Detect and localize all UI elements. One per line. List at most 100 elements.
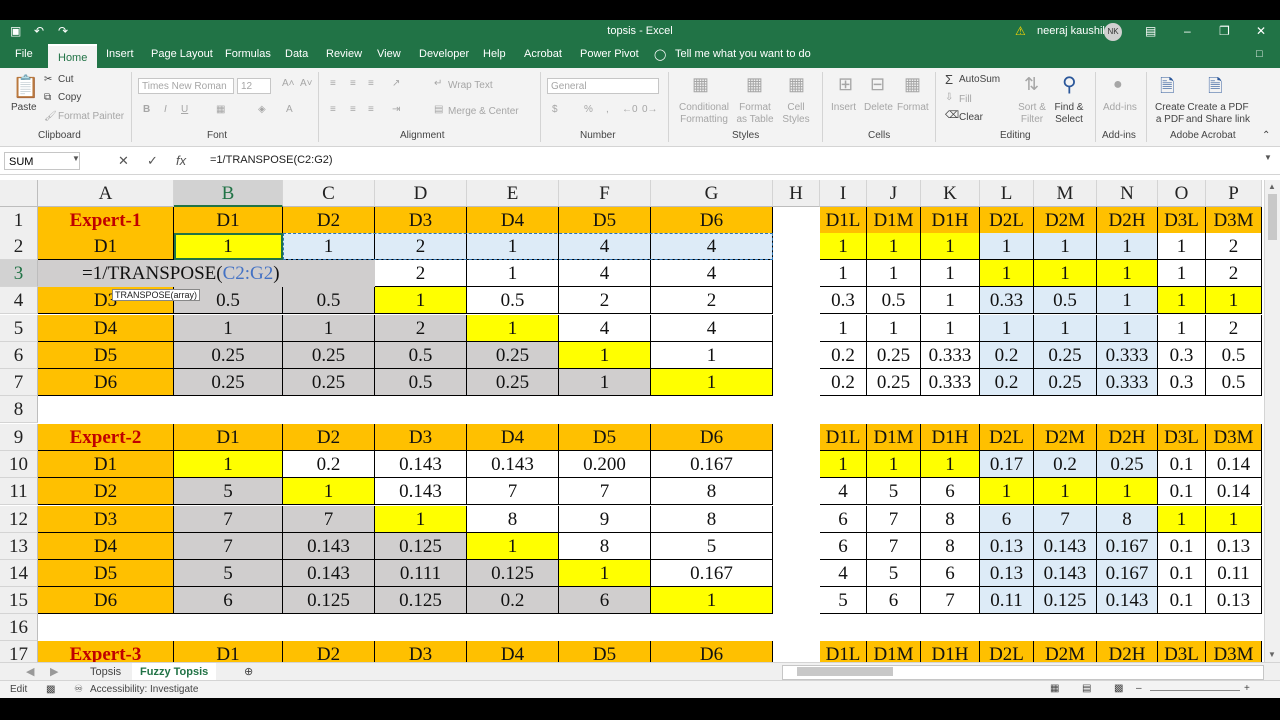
format-as-table-button[interactable]: Format as Table (734, 102, 776, 126)
cell-h3[interactable] (773, 260, 820, 287)
cell-h17[interactable] (773, 641, 820, 662)
cell-f10[interactable]: 0.200 (559, 451, 651, 478)
cell-n9[interactable]: D2H (1097, 424, 1158, 451)
number-format-select[interactable]: General (547, 78, 659, 94)
cell-o14[interactable]: 0.1 (1158, 560, 1206, 587)
column-header-l[interactable]: L (980, 180, 1034, 207)
cell-c10[interactable]: 0.2 (283, 451, 375, 478)
cell-e12[interactable]: 8 (467, 506, 559, 533)
cell-l1[interactable]: D2L (980, 207, 1034, 234)
autosum-button[interactable]: AutoSum (959, 74, 1000, 85)
row-header-5[interactable]: 5 (0, 315, 38, 342)
menu-review[interactable]: Review (326, 48, 362, 60)
cell-e13[interactable]: 1 (467, 533, 559, 560)
cell-b6[interactable]: 0.25 (174, 342, 283, 369)
cell-f7[interactable]: 1 (559, 369, 651, 396)
indent-icon[interactable]: ⇥ (392, 104, 400, 115)
cell-o3[interactable]: 1 (1158, 260, 1206, 287)
row-header-8[interactable]: 8 (0, 396, 38, 423)
cell-j5[interactable]: 1 (867, 315, 921, 342)
cell-e10[interactable]: 0.143 (467, 451, 559, 478)
cell-b17[interactable]: D1 (174, 641, 283, 662)
cell-m6[interactable]: 0.25 (1034, 342, 1097, 369)
normal-view-icon[interactable]: ▦ (1050, 683, 1059, 694)
cell-i6[interactable]: 0.2 (820, 342, 867, 369)
font-size-select[interactable]: 12 (237, 78, 271, 94)
cut-button[interactable]: Cut (58, 74, 74, 85)
cell-o13[interactable]: 0.1 (1158, 533, 1206, 560)
cell-g14[interactable]: 0.167 (651, 560, 773, 587)
cell-l9[interactable]: D2L (980, 424, 1034, 451)
font-name-select[interactable]: Times New Roman (138, 78, 234, 94)
cell-h7[interactable] (773, 369, 820, 396)
cell-g17[interactable]: D6 (651, 641, 773, 662)
cell-n7[interactable]: 0.333 (1097, 369, 1158, 396)
row-header-13[interactable]: 13 (0, 533, 38, 560)
collapse-ribbon-icon[interactable]: ⌃ (1262, 130, 1270, 141)
cell-e7[interactable]: 0.25 (467, 369, 559, 396)
cell-d4[interactable]: 1 (375, 287, 467, 314)
cell-f17[interactable]: D5 (559, 641, 651, 662)
cell-b15[interactable]: 6 (174, 587, 283, 614)
column-header-m[interactable]: M (1034, 180, 1097, 207)
cell-i1[interactable]: D1L (820, 207, 867, 234)
cell-e9[interactable]: D4 (467, 424, 559, 451)
cell-m14[interactable]: 0.143 (1034, 560, 1097, 587)
cell-h12[interactable] (773, 506, 820, 533)
cell-i9[interactable]: D1L (820, 424, 867, 451)
decrease-decimal-icon[interactable]: 0→ (642, 104, 658, 115)
cell-n5[interactable]: 1 (1097, 315, 1158, 342)
restore-icon[interactable]: ❐ (1219, 24, 1230, 38)
cell-h4[interactable] (773, 287, 820, 314)
format-painter-icon[interactable]: 🖌 (44, 111, 57, 122)
cell-c1[interactable]: D2 (283, 207, 375, 234)
cell-f3[interactable]: 4 (559, 260, 651, 287)
page-layout-view-icon[interactable]: ▤ (1082, 683, 1091, 694)
row-header-3[interactable]: 3 (0, 260, 38, 287)
conditional-formatting-button[interactable]: Conditional Formatting (676, 102, 732, 126)
cell-a14[interactable]: D5 (38, 560, 174, 587)
cell-i14[interactable]: 4 (820, 560, 867, 587)
cell-p13[interactable]: 0.13 (1206, 533, 1262, 560)
cell-i5[interactable]: 1 (820, 315, 867, 342)
row-header-10[interactable]: 10 (0, 451, 38, 478)
cell-k14[interactable]: 6 (921, 560, 980, 587)
cell-l12[interactable]: 6 (980, 506, 1034, 533)
cell-g13[interactable]: 5 (651, 533, 773, 560)
cell-h15[interactable] (773, 587, 820, 614)
cell-b10[interactable]: 1 (174, 451, 283, 478)
function-tooltip[interactable]: TRANSPOSE(array) (112, 289, 201, 301)
cell-j6[interactable]: 0.25 (867, 342, 921, 369)
borders-icon[interactable]: ▦ (216, 104, 225, 115)
cell-d14[interactable]: 0.111 (375, 560, 467, 587)
cell-k3[interactable]: 1 (921, 260, 980, 287)
cell-c15[interactable]: 0.125 (283, 587, 375, 614)
cell-j10[interactable]: 1 (867, 451, 921, 478)
cell-b5[interactable]: 1 (174, 315, 283, 342)
cell-m7[interactable]: 0.25 (1034, 369, 1097, 396)
prev-sheet-icon[interactable]: ◀ (18, 663, 42, 681)
cell-n6[interactable]: 0.333 (1097, 342, 1158, 369)
cell-i7[interactable]: 0.2 (820, 369, 867, 396)
cell-m5[interactable]: 1 (1034, 315, 1097, 342)
cell-m4[interactable]: 0.5 (1034, 287, 1097, 314)
cell-p14[interactable]: 0.11 (1206, 560, 1262, 587)
cell-i15[interactable]: 5 (820, 587, 867, 614)
row-header-1[interactable]: 1 (0, 207, 38, 234)
align-right-icon[interactable]: ≡ (368, 104, 374, 115)
column-header-i[interactable]: I (820, 180, 867, 207)
cell-d12[interactable]: 1 (375, 506, 467, 533)
format-cells-icon[interactable]: ▦ (904, 74, 921, 95)
column-header-e[interactable]: E (467, 180, 559, 207)
cell-n14[interactable]: 0.167 (1097, 560, 1158, 587)
cell-d5[interactable]: 2 (375, 315, 467, 342)
addins-button[interactable]: Add-ins (1103, 102, 1137, 113)
cell-c7[interactable]: 0.25 (283, 369, 375, 396)
zoom-out-icon[interactable]: – (1136, 683, 1142, 694)
fill-color-icon[interactable]: ◈ (258, 104, 266, 115)
cell-l3[interactable]: 1 (980, 260, 1034, 287)
cell-j1[interactable]: D1M (867, 207, 921, 234)
cell-a9[interactable]: Expert-2 (38, 424, 174, 451)
cell-d8[interactable] (375, 396, 467, 423)
cell-f6[interactable]: 1 (559, 342, 651, 369)
